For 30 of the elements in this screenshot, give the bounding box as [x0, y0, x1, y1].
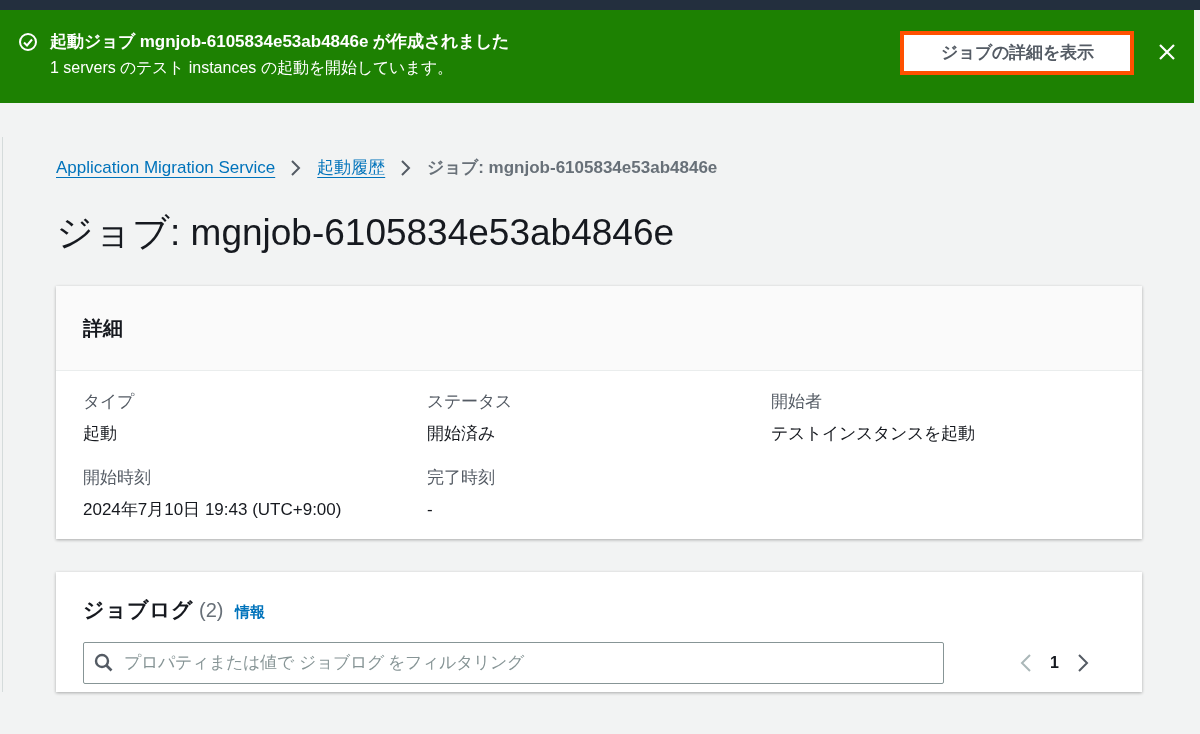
field-value: 開始済み [427, 423, 496, 445]
field-label: 開始者 [771, 391, 823, 413]
breadcrumb-current: ジョブ: mgnjob-6105834e53ab4846e [427, 157, 718, 180]
page-title: ジョブ: mgnjob-6105834e53ab4846e [56, 211, 676, 255]
breadcrumb-link[interactable]: 起動履歴 [317, 155, 386, 181]
filter-search-field[interactable]: プロパティまたは値で ジョブログ をフィルタリング [83, 641, 944, 684]
field-label: 開始時刻 [83, 467, 152, 489]
field-label: ステータス [427, 391, 513, 413]
field-label: タイプ [83, 391, 136, 413]
card-title: 詳細 [83, 316, 123, 341]
notification-title: 起動ジョブ mgnjob-6105834e53ab4846e が作成されました [50, 31, 511, 53]
success-icon [18, 32, 38, 52]
item-count: (2) [199, 598, 224, 623]
chevron-right-icon [290, 160, 303, 176]
page-number-button[interactable]: 1 [1050, 650, 1059, 675]
view-job-details-button[interactable]: ジョブの詳細を表示 [900, 31, 1134, 75]
close-icon[interactable] [1158, 43, 1176, 61]
search-icon [94, 652, 114, 673]
field-value: 2024年7月10日 19:43 (UTC+9:00) [83, 499, 343, 521]
info-link[interactable]: 情報 [235, 601, 266, 624]
field-value: テストインスタンスを起動 [771, 423, 976, 445]
breadcrumb-link[interactable]: Application Migration Service [56, 155, 276, 181]
field-label: 完了時刻 [427, 467, 496, 489]
field-value: 起動 [83, 423, 118, 445]
notification-message: 1 servers のテスト instances の起動を開始しています。 [50, 58, 454, 78]
next-page-icon[interactable] [1076, 652, 1089, 673]
chevron-right-icon [400, 160, 413, 176]
field-value: - [427, 499, 434, 521]
search-input: プロパティまたは値で ジョブログ をフィルタリング [124, 649, 933, 676]
card-title: ジョブログ [83, 597, 193, 623]
